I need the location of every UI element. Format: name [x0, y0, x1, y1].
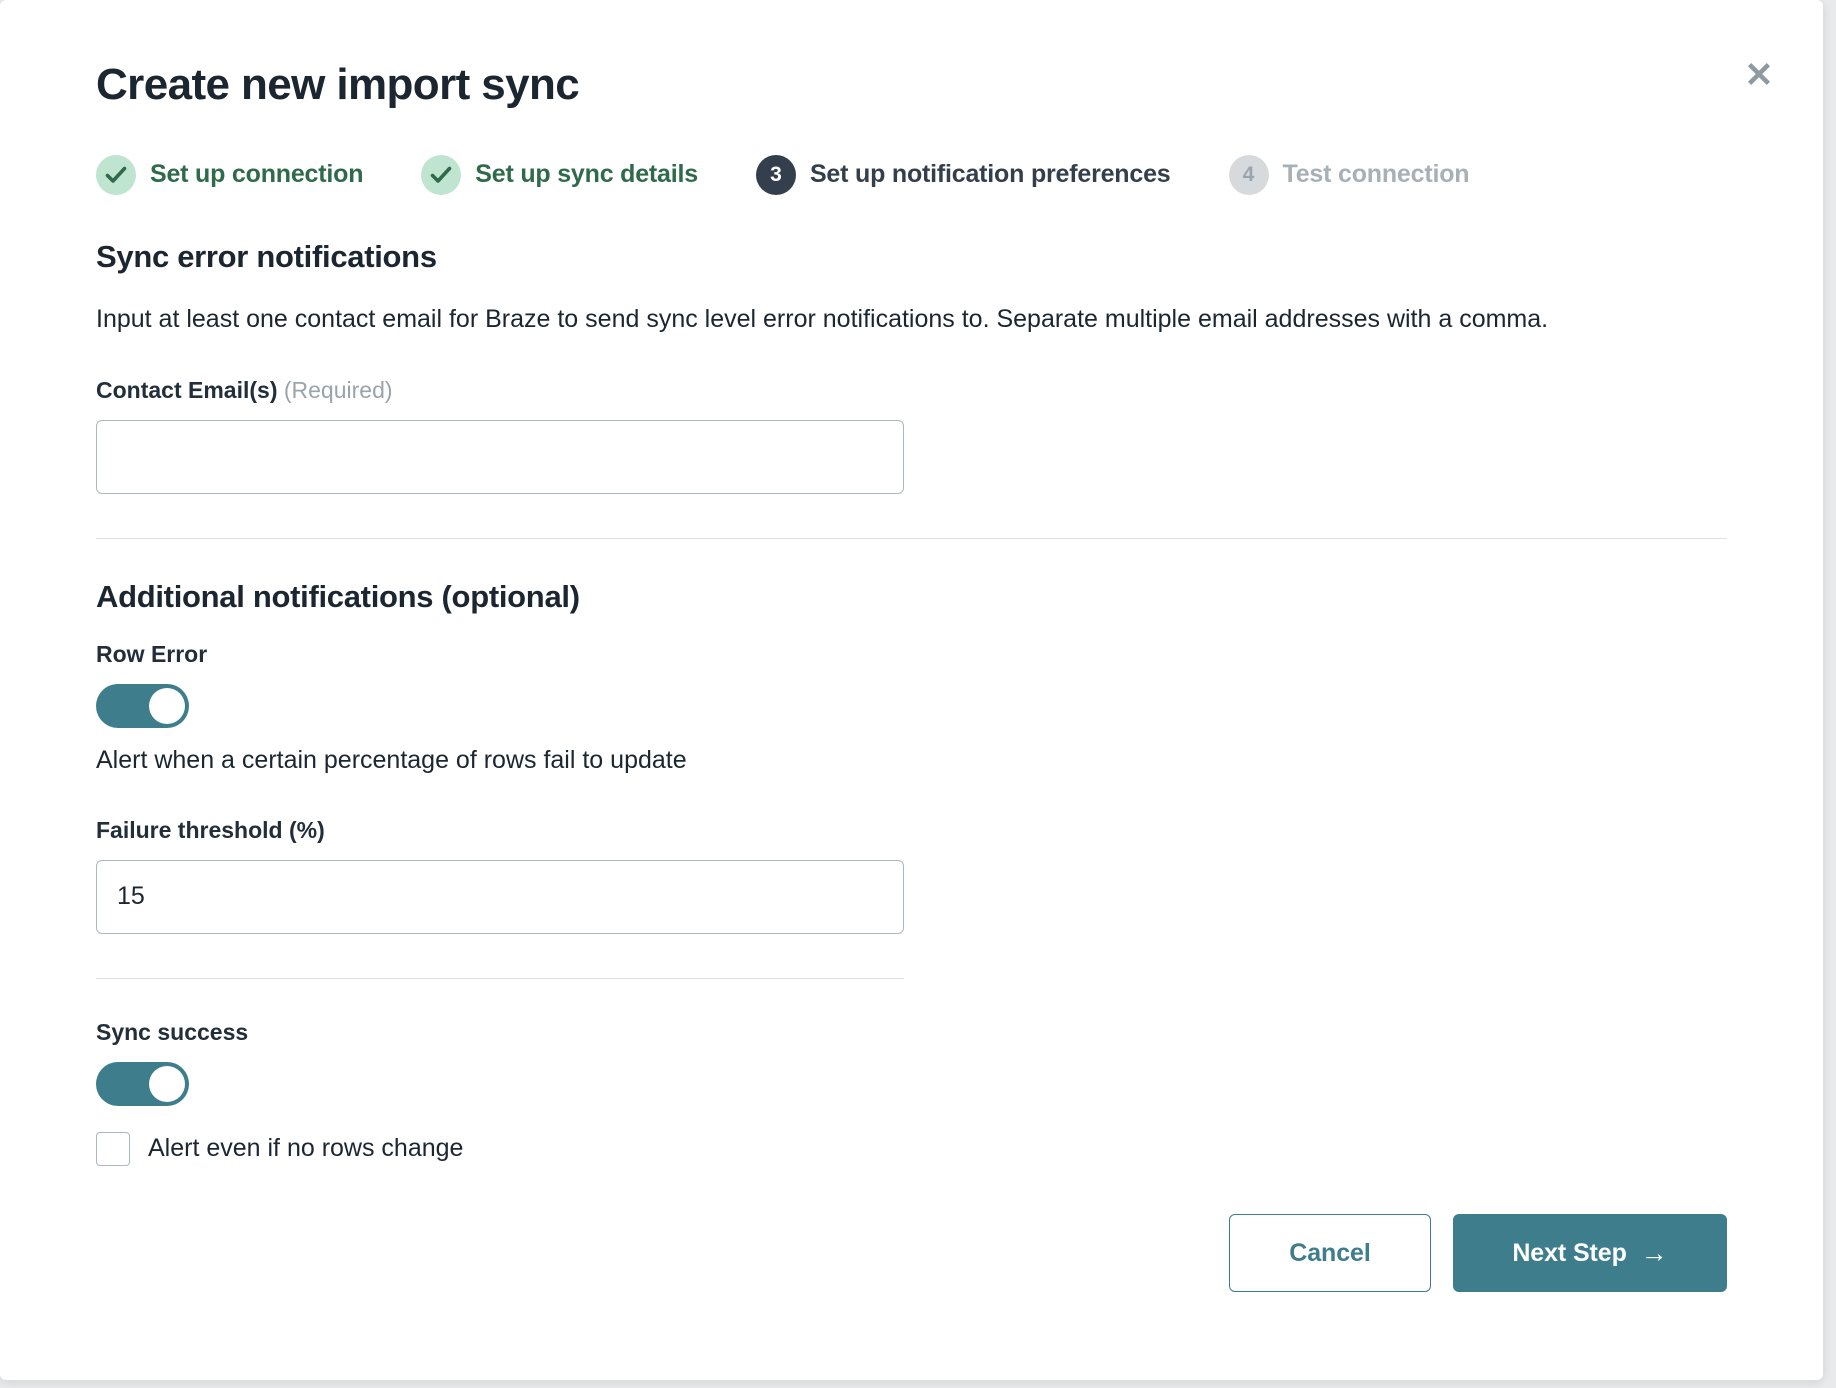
create-import-sync-modal: Create new import sync Set up connection — [0, 0, 1823, 1380]
step-number: 4 — [1229, 155, 1269, 195]
additional-section-divider — [96, 978, 904, 979]
sync-error-section-title: Sync error notifications — [96, 239, 1727, 275]
modal-footer: Cancel Next Step → — [1229, 1214, 1727, 1292]
step-label: Set up sync details — [475, 160, 698, 189]
step-test-connection[interactable]: 4 Test connection — [1229, 155, 1470, 195]
step-set-up-notification-preferences[interactable]: 3 Set up notification preferences — [756, 155, 1171, 195]
row-error-label: Row Error — [96, 641, 1727, 668]
failure-threshold-label: Failure threshold (%) — [96, 817, 1727, 844]
check-icon-glyph — [429, 163, 453, 187]
next-step-label: Next Step — [1512, 1239, 1626, 1268]
failure-threshold-input[interactable] — [96, 860, 904, 934]
check-icon — [421, 155, 461, 195]
section-divider — [96, 538, 1727, 539]
arrow-right-icon: → — [1641, 1240, 1668, 1267]
stepper: Set up connection Set up sync details 3 … — [96, 155, 1727, 195]
close-icon-glyph — [1742, 57, 1776, 91]
close-icon[interactable] — [1737, 52, 1781, 96]
alert-no-rows-change-checkbox[interactable] — [96, 1132, 130, 1166]
failure-threshold-block: Failure threshold (%) — [96, 817, 1727, 934]
cancel-button[interactable]: Cancel — [1229, 1214, 1431, 1292]
toggle-knob — [149, 1066, 185, 1102]
screen: Create new import sync Set up connection — [0, 0, 1836, 1388]
step-label: Test connection — [1283, 160, 1470, 189]
sync-success-label: Sync success — [96, 1019, 1727, 1046]
additional-notifications-title: Additional notifications (optional) — [96, 579, 1727, 615]
next-step-button[interactable]: Next Step → — [1453, 1214, 1727, 1292]
alert-no-rows-change-label: Alert even if no rows change — [148, 1134, 463, 1163]
row-error-helper-text: Alert when a certain percentage of rows … — [96, 746, 1727, 775]
contact-email-required-note: (Required) — [284, 377, 393, 403]
step-label: Set up notification preferences — [810, 160, 1171, 189]
step-set-up-sync-details[interactable]: Set up sync details — [421, 155, 698, 195]
modal-content: Create new import sync Set up connection — [96, 60, 1727, 1166]
check-icon-glyph — [104, 163, 128, 187]
step-label: Set up connection — [150, 160, 363, 189]
row-error-toggle[interactable] — [96, 684, 189, 728]
contact-email-input[interactable] — [96, 420, 904, 494]
step-set-up-connection[interactable]: Set up connection — [96, 155, 363, 195]
alert-no-rows-change-checkbox-row[interactable]: Alert even if no rows change — [96, 1132, 1727, 1166]
sync-error-description: Input at least one contact email for Bra… — [96, 301, 1726, 337]
check-icon — [96, 155, 136, 195]
step-number: 3 — [756, 155, 796, 195]
contact-email-label: Contact Email(s) (Required) — [96, 377, 1727, 404]
page-title: Create new import sync — [96, 60, 1727, 111]
toggle-knob — [149, 688, 185, 724]
sync-success-toggle[interactable] — [96, 1062, 189, 1106]
contact-email-label-text: Contact Email(s) — [96, 377, 277, 403]
